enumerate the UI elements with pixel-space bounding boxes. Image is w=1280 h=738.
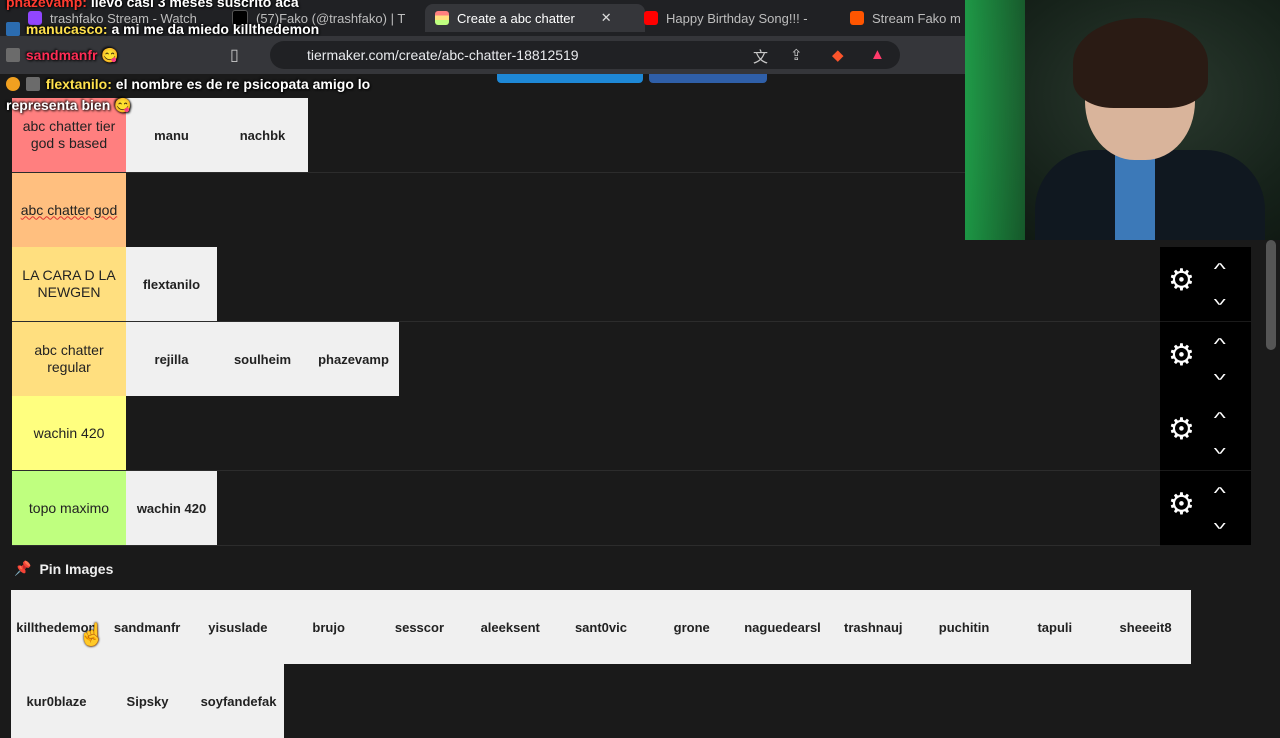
webcam-feed	[965, 0, 1280, 240]
pool-item[interactable]: sant0vic	[555, 590, 647, 664]
download-button-edge[interactable]	[649, 74, 767, 83]
tier-item[interactable]: nachbk	[217, 98, 308, 172]
tier-label[interactable]: abc chatter god	[12, 173, 126, 247]
tier-row: LA CARA D LA NEWGEN flextanilo	[12, 247, 1160, 322]
pin-images-label: Pin Images	[39, 560, 114, 577]
youtube-icon	[644, 11, 658, 25]
pool-item[interactable]: naguedearsl	[737, 590, 828, 664]
brave-rewards-icon[interactable]: ▲	[870, 46, 885, 63]
chat-message: manucasco: a mi me da miedo killthedemon	[6, 21, 319, 37]
tab-youtube[interactable]: Happy Birthday Song!!! -	[644, 4, 820, 32]
gear-icon[interactable]: ⚙	[1168, 415, 1196, 445]
chevron-up-icon[interactable]: ^	[1214, 410, 1226, 428]
chevron-up-icon[interactable]: ^	[1214, 485, 1226, 503]
image-pool: killthedemon sandmanfr yisuslade brujo s…	[11, 590, 1191, 664]
tier-item[interactable]: wachin 420	[126, 471, 217, 545]
address-bar[interactable]: tiermaker.com/create/abc-chatter-1881251…	[270, 41, 900, 69]
tier-controls: ⚙ ^ ^	[1160, 247, 1251, 321]
translate-icon[interactable]: 文	[753, 46, 768, 67]
chevron-down-icon[interactable]: ^	[1214, 513, 1226, 531]
sub-badge-icon	[6, 22, 20, 36]
pool-item[interactable]: sheeeit8	[1100, 590, 1191, 664]
pool-item[interactable]: puchitin	[918, 590, 1010, 664]
image-pool-row-2: kur0blaze Sipsky soyfandefak	[11, 664, 284, 738]
url-text: tiermaker.com/create/abc-chatter-1881251…	[307, 47, 579, 63]
save-button-edge[interactable]	[497, 74, 643, 83]
chat-message-continued: representa bien 😋	[6, 97, 132, 113]
hand-cursor-icon: ☝	[78, 622, 106, 647]
address-toolbar: ▯ tiermaker.com/create/abc-chatter-18812…	[0, 36, 965, 74]
chevron-up-icon[interactable]: ^	[1214, 336, 1226, 354]
tier-controls: ⚙ ^ ^	[1160, 396, 1251, 470]
tier-item[interactable]: rejilla	[126, 322, 217, 396]
tier-items: manu nachbk	[126, 98, 308, 172]
brave-shield-icon[interactable]: ◆	[832, 46, 844, 64]
pool-item[interactable]: yisuslade	[192, 590, 284, 664]
tier-label[interactable]: LA CARA D LA NEWGEN	[12, 247, 126, 321]
tier-item[interactable]: manu	[126, 98, 217, 172]
chevron-up-icon[interactable]: ^	[1214, 261, 1226, 279]
tier-label[interactable]: wachin 420	[12, 396, 126, 470]
page-scrollbar[interactable]	[1266, 240, 1276, 350]
emote-icon: 😋	[101, 47, 119, 63]
chevron-down-icon[interactable]: ^	[1214, 438, 1226, 456]
pool-item[interactable]: sesscor	[374, 590, 465, 664]
tab-soundcloud[interactable]: Stream Fako m	[850, 4, 965, 32]
pool-item[interactable]: soyfandefak	[193, 664, 284, 738]
pin-images-toggle[interactable]: 📌 Pin Images	[14, 560, 113, 577]
tier-controls: ⚙ ^ ^	[1160, 322, 1251, 396]
gear-icon[interactable]: ⚙	[1168, 266, 1196, 296]
tier-row: wachin 420	[12, 396, 1160, 471]
close-tab-icon[interactable]: ✕	[601, 10, 612, 26]
tier-row: abc chatter regular rejilla soulheim pha…	[12, 322, 1160, 397]
tier-item[interactable]: soulheim	[217, 322, 308, 396]
pool-item[interactable]: trashnauj	[827, 590, 919, 664]
tab-tiermaker[interactable]: Create a abc chatter ✕	[425, 4, 645, 32]
pool-item[interactable]: grone	[646, 590, 738, 664]
tier-label[interactable]: topo maximo	[12, 471, 126, 545]
tier-items: rejilla soulheim phazevamp	[126, 322, 399, 396]
tier-item[interactable]: flextanilo	[126, 247, 217, 321]
chevron-down-icon[interactable]: ^	[1214, 364, 1226, 382]
gift-badge-icon	[6, 77, 20, 91]
tier-label[interactable]: abc chatter regular	[12, 322, 126, 396]
emote-icon: 😋	[114, 97, 132, 113]
soundcloud-icon	[850, 11, 864, 25]
gear-icon[interactable]: ⚙	[1168, 341, 1196, 371]
pool-item[interactable]: aleeksent	[464, 590, 556, 664]
chat-message: flextanilo: el nombre es de re psicopata…	[6, 76, 370, 92]
chat-message: phazevamp: llevo casi 3 meses suscrito a…	[6, 0, 299, 10]
pool-item[interactable]: Sipsky	[102, 664, 193, 738]
tier-items: flextanilo	[126, 247, 217, 321]
pool-item[interactable]: sandmanfr	[101, 590, 193, 664]
share-icon[interactable]: ⇪	[790, 46, 803, 64]
tier-controls: ⚙ ^ ^	[1160, 471, 1251, 545]
pin-icon: 📌	[14, 560, 32, 576]
sub-badge-icon	[25, 77, 40, 91]
gear-icon[interactable]: ⚙	[1168, 490, 1196, 520]
tier-item[interactable]: phazevamp	[308, 322, 399, 396]
pool-item[interactable]: kur0blaze	[11, 664, 102, 738]
tiermaker-icon	[435, 11, 449, 25]
chat-message: sandmanfr 😋	[6, 47, 119, 64]
pool-item[interactable]: tapuli	[1009, 590, 1101, 664]
pool-item[interactable]: brujo	[283, 590, 375, 664]
tier-row: topo maximo wachin 420	[12, 471, 1160, 546]
bookmark-icon[interactable]: ▯	[230, 45, 239, 65]
sub-badge-icon	[6, 48, 20, 62]
chevron-down-icon[interactable]: ^	[1214, 289, 1226, 307]
tier-items: wachin 420	[126, 471, 217, 545]
